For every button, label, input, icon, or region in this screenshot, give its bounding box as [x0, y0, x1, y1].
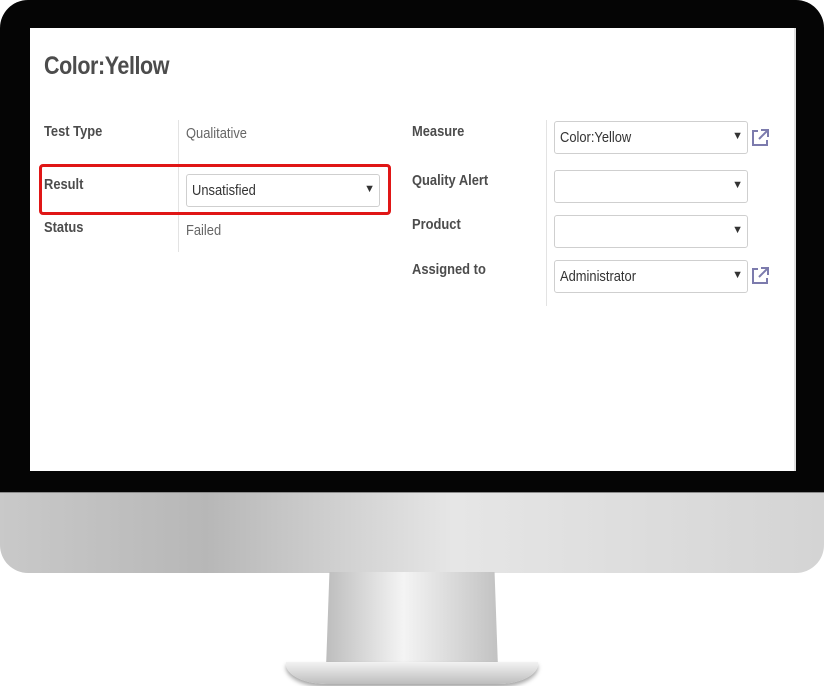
product-select[interactable]: ▼	[554, 215, 748, 248]
assigned-to-select-value: Administrator	[560, 268, 636, 285]
test-type-value: Qualitative	[186, 125, 247, 142]
measure-select-value: Color:Yellow	[560, 129, 632, 146]
assigned-to-label: Assigned to	[412, 261, 486, 278]
caret-down-icon: ▼	[732, 130, 743, 142]
right-column-divider	[546, 120, 547, 306]
assigned-to-select[interactable]: Administrator ▼	[554, 260, 748, 293]
result-highlight-box	[39, 164, 391, 215]
caret-down-icon: ▼	[732, 179, 743, 191]
monitor-chin	[0, 492, 824, 573]
external-link-icon[interactable]	[750, 266, 770, 286]
measure-label: Measure	[412, 123, 465, 140]
quality-alert-label: Quality Alert	[412, 172, 489, 189]
product-label: Product	[412, 216, 461, 233]
status-value: Failed	[186, 222, 222, 239]
monitor-base	[286, 662, 538, 684]
status-label: Status	[44, 219, 84, 236]
screen-edge	[794, 28, 796, 471]
screen: Color:Yellow Test Type Qualitative Resul…	[30, 28, 796, 471]
measure-select[interactable]: Color:Yellow ▼	[554, 121, 748, 154]
caret-down-icon: ▼	[732, 269, 743, 281]
monitor-stand	[326, 572, 498, 668]
external-link-icon[interactable]	[750, 128, 770, 148]
caret-down-icon: ▼	[732, 224, 743, 236]
test-type-label: Test Type	[44, 123, 103, 140]
quality-alert-select[interactable]: ▼	[554, 170, 748, 203]
page-title: Color:Yellow	[44, 52, 170, 80]
